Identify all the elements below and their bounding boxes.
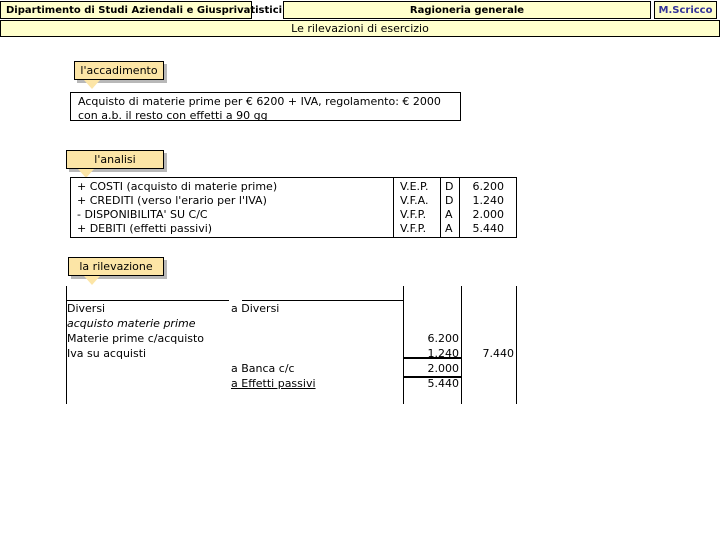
callout-accadimento-label: l'accadimento <box>80 64 158 77</box>
department-title: Dipartimento di Studi Aziendali e Giuspr… <box>6 4 283 16</box>
analisi-variation: V.E.P. <box>400 180 429 193</box>
journal-total-amount: 7.440 <box>482 347 515 360</box>
journal-debit-note: acquisto materie prime <box>67 317 196 330</box>
journal-partial-amount: 6.200 <box>427 332 460 345</box>
journal-credit-account: a Banca c/c <box>231 362 295 375</box>
analisi-variation: V.F.P. <box>400 208 427 221</box>
accadimento-text-line2: con a.b. il resto con effetti a 90 gg <box>78 109 268 122</box>
analisi-amount: 6.200 <box>472 180 505 193</box>
analisi-amount: 5.440 <box>472 222 505 235</box>
section-subtitle-bar: Le rilevazioni di esercizio <box>0 20 720 37</box>
header-department: Dipartimento di Studi Aziendali e Giuspr… <box>0 1 282 19</box>
journal-credit-account: a Effetti passivi <box>231 377 316 390</box>
callout-rilevazione-tail <box>84 276 100 285</box>
analisi-side: A <box>445 208 453 221</box>
callout-analisi: l'analisi <box>66 150 164 169</box>
analisi-col-sep-2 <box>440 178 441 237</box>
analisi-variation: V.F.A. <box>400 194 429 207</box>
header-brand: M.Scricco <box>654 1 717 19</box>
analisi-side: D <box>445 194 454 207</box>
analisi-col-sep-3 <box>459 178 460 237</box>
journal-credit-header: a Diversi <box>231 302 280 315</box>
callout-accadimento: l'accadimento <box>74 61 164 80</box>
journal-entry: Diversi a Diversi acquisto materie prime… <box>66 286 518 404</box>
analisi-col-sep-1 <box>393 178 394 237</box>
page-subtitle: Le rilevazioni di esercizio <box>291 22 429 35</box>
journal-debit-account: Materie prime c/acquisto <box>67 332 205 345</box>
callout-rilevazione-label: la rilevazione <box>79 260 153 273</box>
author-name: M.Scricco <box>658 4 713 16</box>
analisi-variation: V.F.P. <box>400 222 427 235</box>
header-course: Ragioneria generale <box>283 1 651 19</box>
journal-partial-amount: 1.240 <box>427 347 460 360</box>
analisi-row: + CREDITI (verso l'erario per l'IVA) <box>77 194 267 207</box>
journal-debit-account: Iva su acquisti <box>67 347 147 360</box>
callout-rilevazione: la rilevazione <box>68 257 164 276</box>
analisi-row: + COSTI (acquisto di materie prime) <box>77 180 278 193</box>
course-title: Ragioneria generale <box>409 4 525 16</box>
analisi-side: A <box>445 222 453 235</box>
analisi-side: D <box>445 180 454 193</box>
analisi-row: - DISPONIBILITA' SU C/C <box>77 208 208 221</box>
journal-total-rule <box>516 286 517 404</box>
journal-debit-header: Diversi <box>67 302 106 315</box>
journal-partial-amount: 2.000 <box>427 362 460 375</box>
callout-analisi-label: l'analisi <box>94 153 136 166</box>
journal-partial-rule <box>461 286 462 404</box>
journal-partial-amount: 5.440 <box>427 377 460 390</box>
analisi-amount: 1.240 <box>472 194 505 207</box>
analisi-row: + DEBITI (effetti passivi) <box>77 222 213 235</box>
callout-accadimento-tail <box>84 80 100 89</box>
analisi-table: + COSTI (acquisto di materie prime) + CR… <box>70 177 517 238</box>
analisi-amount: 2.000 <box>472 208 505 221</box>
accadimento-text-line1: Acquisto di materie prime per € 6200 + I… <box>78 95 441 108</box>
accadimento-box: Acquisto di materie prime per € 6200 + I… <box>70 92 461 122</box>
